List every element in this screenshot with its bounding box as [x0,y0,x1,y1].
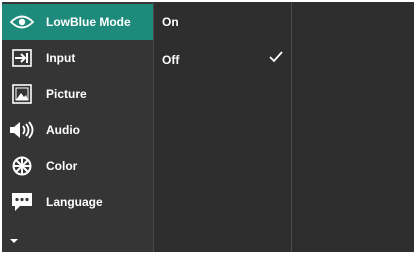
menu-item-audio[interactable]: Audio [2,112,153,148]
menu-item-color[interactable]: Color [2,148,153,184]
menu-item-label: Color [46,159,78,173]
speaker-icon [8,116,36,144]
osd-menu: LowBlue Mode Input Picture Audio Color L… [2,2,414,252]
checkmark-icon [269,51,283,66]
picture-icon [8,80,36,108]
language-icon [8,188,36,216]
submenu: On Off [153,2,292,252]
caret-down-icon[interactable] [9,231,19,249]
menu-item-lowblue-mode[interactable]: LowBlue Mode [2,4,153,40]
option-on[interactable]: On [154,4,293,40]
menu-item-language[interactable]: Language [2,184,153,220]
menu-item-label: LowBlue Mode [46,15,131,29]
option-off[interactable]: Off [154,42,293,78]
menu-item-label: Picture [46,87,87,101]
main-menu: LowBlue Mode Input Picture Audio Color L… [2,2,153,252]
option-label: Off [162,53,180,67]
menu-item-input[interactable]: Input [2,40,153,76]
option-label: On [162,15,179,29]
menu-item-label: Audio [46,123,80,137]
menu-item-picture[interactable]: Picture [2,76,153,112]
menu-item-label: Language [46,195,103,209]
input-icon [8,44,36,72]
color-icon [8,152,36,180]
eye-icon [8,8,36,36]
menu-item-label: Input [46,51,76,65]
empty-panel [292,2,414,252]
